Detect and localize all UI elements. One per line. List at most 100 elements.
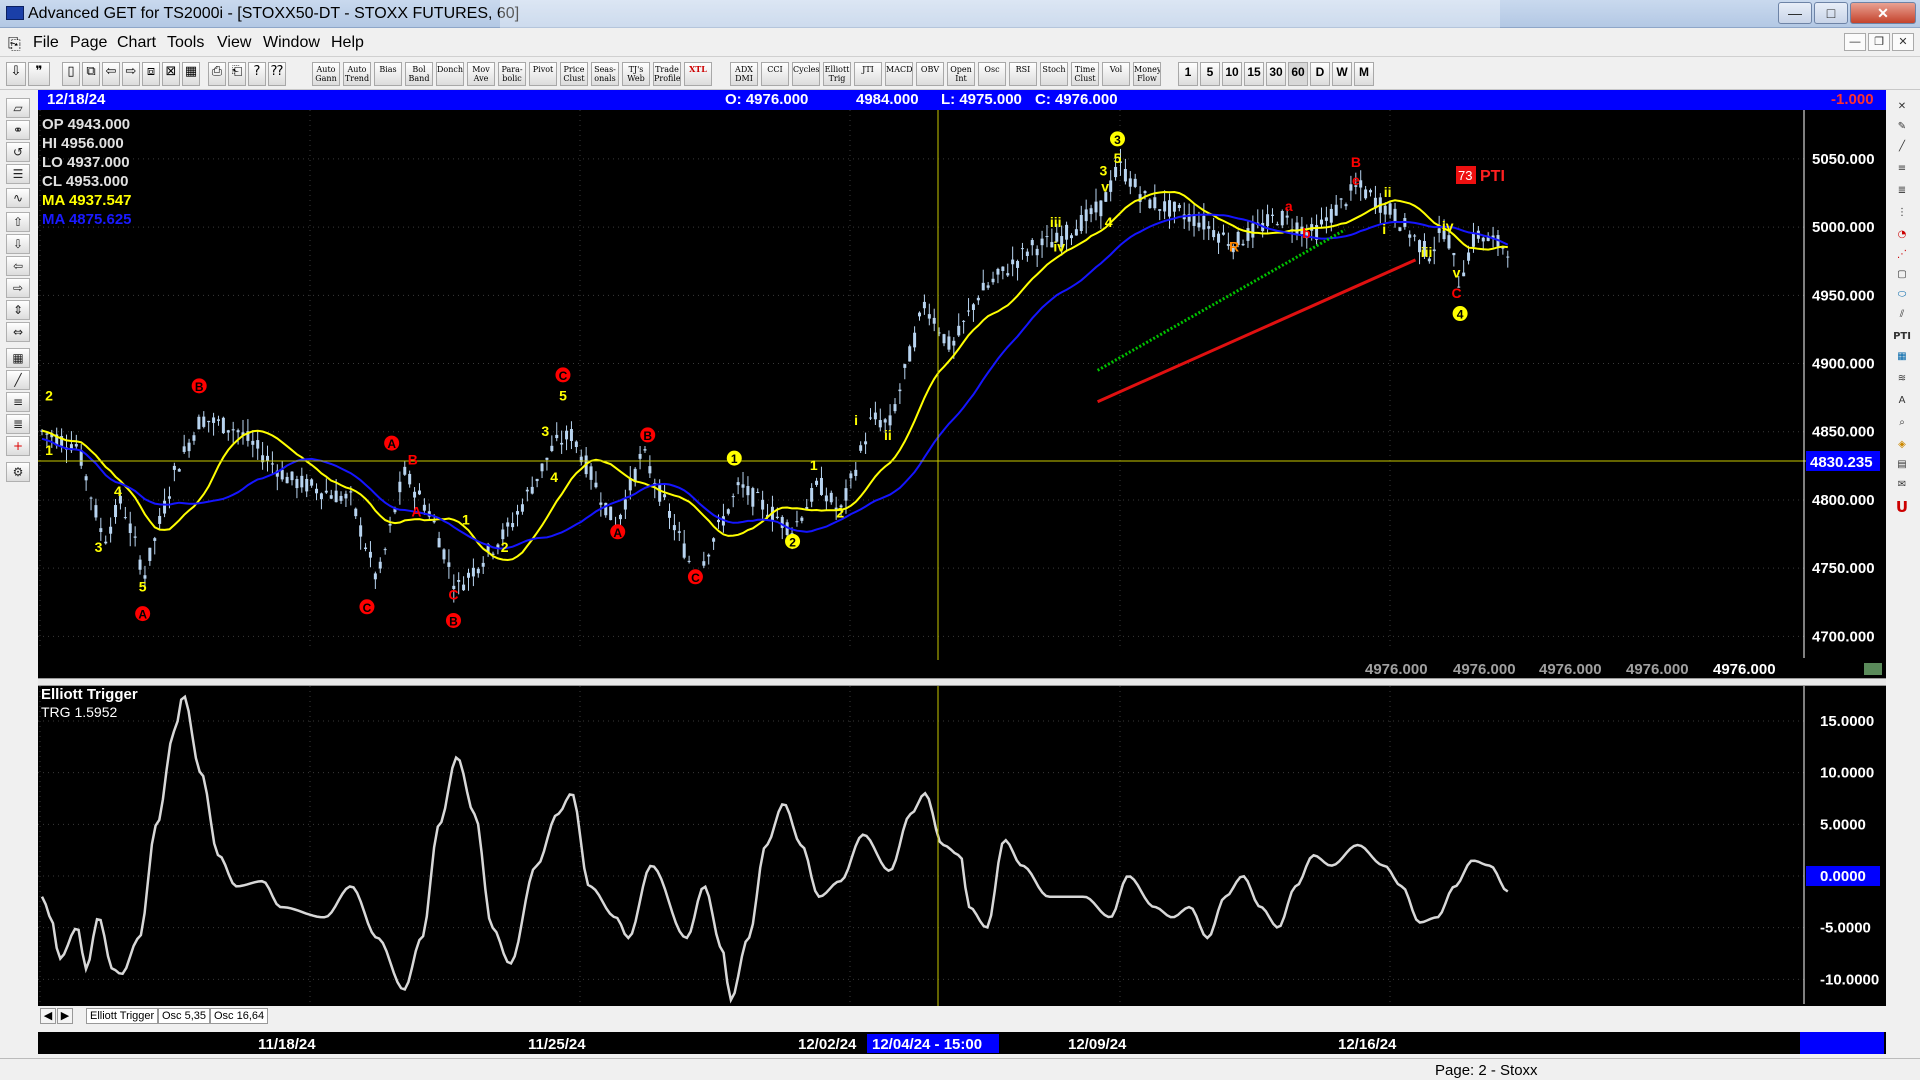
copy-icon[interactable]: ⧉ [82,62,100,86]
tb-parabolic[interactable]: Para- bolic [498,62,526,86]
layers-icon[interactable]: ▤ [1891,456,1913,476]
fib-ret-icon[interactable]: ≡ [1891,160,1913,180]
crosshair-icon[interactable]: + [6,436,30,456]
tb-pivot[interactable]: Pivot [529,62,557,86]
line-tool-icon[interactable]: ╱ [1891,138,1913,158]
table-icon[interactable]: ▦ [1891,348,1913,368]
period-30[interactable]: 30 [1266,62,1286,86]
price-chart[interactable]: 21345ABCABA1CB234C5ABC1212iiiiiiiv3v435R… [38,110,1886,678]
tab-next-arrow[interactable]: ▶ [57,1008,73,1024]
menu-window[interactable]: Window [263,34,320,52]
channel-icon[interactable]: ⫽ [1891,306,1913,326]
note-icon[interactable]: ✉ [1891,476,1913,496]
pin-icon[interactable]: ⇩ [6,62,26,86]
menu-page[interactable]: Page [70,34,107,52]
tb-vol[interactable]: Vol [1102,62,1130,86]
period-60[interactable]: 60 [1288,62,1308,86]
pencil-icon[interactable]: ✎ [1891,118,1913,138]
arc-icon[interactable]: ◔ [1891,226,1913,246]
help-icon[interactable]: ? [248,62,266,86]
study-icon[interactable]: ☰ [6,164,30,184]
tb-mov-ave[interactable]: Mov Ave [467,62,495,86]
mob-icon[interactable]: ≋ [1891,370,1913,390]
tb-bias[interactable]: Bias [374,62,402,86]
tb-osc[interactable]: Osc [978,62,1006,86]
tb-trade-profile[interactable]: Trade Profile [653,62,681,86]
arrow-left-icon[interactable]: ⇦ [6,256,30,276]
bicycle-icon[interactable]: ⚭ [6,120,30,140]
folder-icon[interactable]: ▱ [6,98,30,118]
context-help-icon[interactable]: ⁇ [268,62,286,86]
period-10[interactable]: 10 [1222,62,1242,86]
tb-adx-dmi[interactable]: ADX DMI [730,62,758,86]
maximize-button[interactable]: □ [1814,2,1848,24]
menu-tools[interactable]: Tools [167,34,204,52]
tb-donch[interactable]: Donch [436,62,464,86]
fib-time-icon[interactable]: ⋮ [1891,204,1913,224]
period-15[interactable]: 15 [1244,62,1264,86]
period-1[interactable]: 1 [1178,62,1198,86]
menu-view[interactable]: View [217,34,251,52]
tb-auto-gann[interactable]: Auto Gann [312,62,340,86]
tab-elliott-trigger[interactable]: Elliott Trigger [86,1008,159,1024]
arrow-down-icon[interactable]: ⇩ [6,234,30,254]
delete-icon[interactable]: ⊠ [162,62,180,86]
close-button[interactable]: ✕ [1850,2,1916,24]
tb-macd[interactable]: MACD [885,62,913,86]
chart-icon[interactable]: ⧈ [142,62,160,86]
quote-icon[interactable]: ❞ [28,62,50,86]
period-d[interactable]: D [1310,62,1330,86]
lines-icon[interactable]: ╱ [6,370,30,390]
pti-tool-icon[interactable]: PTI [1891,328,1913,348]
price-chart-pane[interactable]: 2 1 3 4 5 A B C A B A 1 C B 2 3 4 C 5 A B C 1 2 1 2 i ii iii iv 3 v 4 3 5 R… [38,110,1886,678]
oscillator-chart[interactable]: 15.0000 10.0000 5.0000 0.0000 -5.0000 -10.000… [38,686,1886,1006]
tb-money-flow[interactable]: Money Flow [1133,62,1161,86]
tb-obv[interactable]: OBV [916,62,944,86]
fib-icon[interactable]: ≣ [6,414,30,434]
tb-rsi[interactable]: RSI [1009,62,1037,86]
grid-toggle-icon[interactable]: ▦ [6,348,30,368]
tb-tjs-web[interactable]: TJ's Web [622,62,650,86]
menu-help[interactable]: Help [331,34,364,52]
tb-xtl[interactable]: XTL [684,62,712,86]
settings-icon[interactable]: ⚙ [6,462,30,482]
doc-icon[interactable]: ⎘ [8,34,21,54]
period-5[interactable]: 5 [1200,62,1220,86]
tab-prev-arrow[interactable]: ◀ [40,1008,56,1024]
tb-open-int[interactable]: Open Int [947,62,975,86]
bucket-icon[interactable]: ◈ [1891,436,1913,456]
tab-osc-5-35[interactable]: Osc 5,35 [158,1008,211,1024]
tb-auto-trend[interactable]: Auto Trend [343,62,371,86]
period-m[interactable]: M [1354,62,1374,86]
arrow-right-icon[interactable]: ⇨ [6,278,30,298]
back-icon[interactable]: ⇦ [102,62,120,86]
tb-seasonals[interactable]: Seas- onals [591,62,619,86]
tb-bol-band[interactable]: Bol Band [405,62,433,86]
tb-cycles[interactable]: Cycles [792,62,820,86]
bar-expand-icon[interactable]: ⇕ [6,300,30,320]
mdi-close-button[interactable]: ✕ [1892,33,1914,51]
text-tool-icon[interactable]: A [1891,392,1913,412]
tb-elliott-trig[interactable]: Elliott Trig [823,62,851,86]
bar-compress-icon[interactable]: ⇔ [6,322,30,342]
mdi-minimize-button[interactable]: — [1844,33,1866,51]
print-icon[interactable]: ⎙ [208,62,226,86]
elliott-icon[interactable]: ∿ [6,188,30,208]
menu-file[interactable]: File [33,34,59,52]
print-preview-icon[interactable]: ⎗ [228,62,246,86]
forward-icon[interactable]: ⇨ [122,62,140,86]
tb-stoch[interactable]: Stoch [1040,62,1068,86]
grid-icon[interactable]: ▦ [182,62,200,86]
fib-ext-icon[interactable]: ≣ [1891,182,1913,202]
gann-icon[interactable]: ≡ [6,392,30,412]
magnet-icon[interactable]: U [1891,498,1913,518]
tb-price-clust[interactable]: Price Clust [560,62,588,86]
tab-osc-16-64[interactable]: Osc 16,64 [210,1008,269,1024]
new-page-icon[interactable]: ▯ [62,62,80,86]
tb-jti[interactable]: JTI [854,62,882,86]
tb-cci[interactable]: CCI [761,62,789,86]
fan-icon[interactable]: ⋰ [1891,246,1913,266]
oscillator-pane[interactable]: 15.0000 10.0000 5.0000 0.0000 -5.0000 -10.000… [38,686,1886,1006]
ellipse-icon[interactable]: ⬭ [1891,286,1913,306]
box-icon[interactable]: ▢ [1891,266,1913,286]
